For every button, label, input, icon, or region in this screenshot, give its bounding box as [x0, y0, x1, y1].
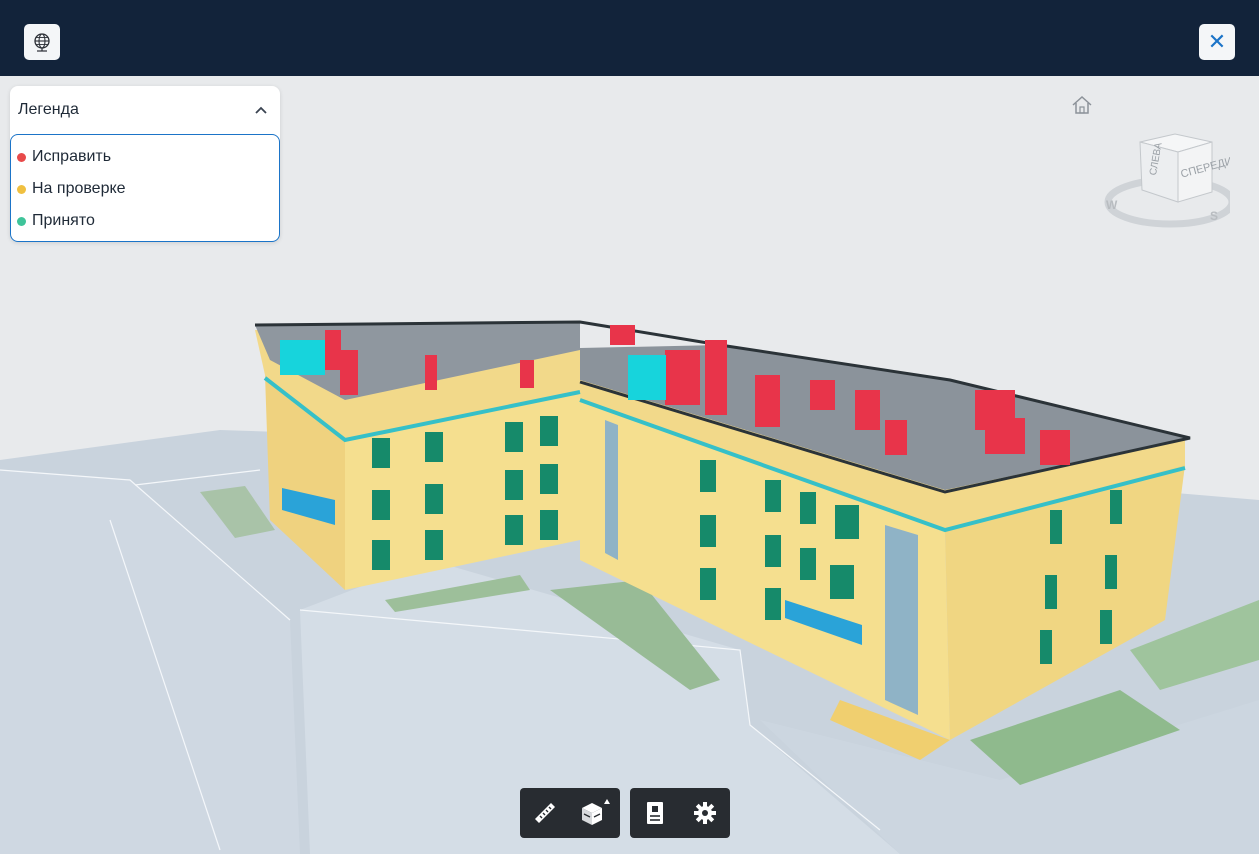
status-dot-red [17, 152, 26, 162]
section-box-button[interactable] [570, 788, 620, 838]
legend-item-label: На проверке [32, 180, 126, 197]
legend-title: Легенда [18, 101, 79, 118]
status-dot-yellow [17, 184, 26, 194]
top-bar: ✕ [0, 0, 1259, 76]
globe-icon [34, 33, 50, 52]
globe-button[interactable] [24, 24, 60, 60]
section-box-icon [582, 799, 610, 825]
toolbar-group-view [630, 788, 730, 838]
legend-item-label: Принято [32, 212, 95, 229]
home-icon [1072, 95, 1092, 114]
measure-button[interactable] [520, 788, 570, 838]
settings-gear-icon [694, 802, 716, 824]
legend-item-label: Исправить [32, 148, 112, 165]
status-dot-green [17, 216, 26, 226]
measure-ruler-icon [535, 803, 555, 823]
legend-header[interactable]: Легенда [10, 86, 280, 134]
home-view-button[interactable] [1070, 94, 1094, 116]
legend-item-review: На проверке [11, 173, 279, 205]
view-cube[interactable]: СЛЕВА СПЕРЕДИ W S [1100, 124, 1236, 234]
legend-list: Исправить На проверке Принято [10, 134, 280, 242]
compass-south-label: S [1210, 209, 1218, 223]
close-button[interactable]: ✕ [1199, 24, 1235, 60]
chevron-up-icon[interactable] [254, 105, 268, 115]
legend-item-accepted: Принято [11, 205, 279, 237]
properties-button[interactable] [630, 788, 680, 838]
properties-panel-icon [647, 802, 663, 824]
legend-panel: Легенда Исправить На проверке Принято [10, 86, 280, 242]
close-icon: ✕ [1207, 29, 1227, 54]
legend-item-fix: Исправить [11, 141, 279, 173]
settings-button[interactable] [680, 788, 730, 838]
toolbar-group-tools [520, 788, 620, 838]
view-cube-icon: СЛЕВА СПЕРЕДИ W S [1104, 133, 1236, 228]
compass-west-label: W [1106, 198, 1118, 212]
